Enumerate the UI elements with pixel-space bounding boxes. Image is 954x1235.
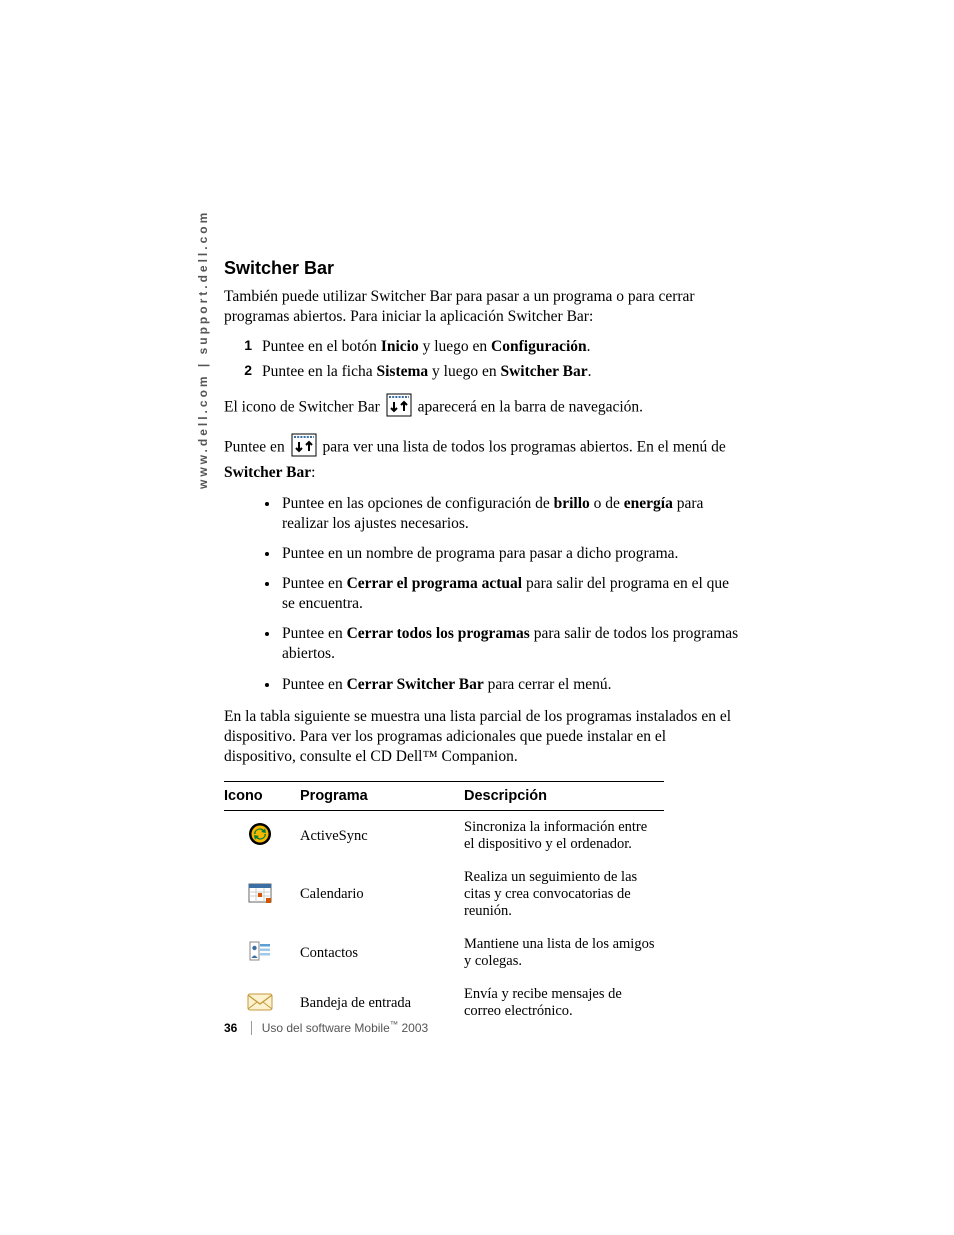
step-row: 1 Puntee en el botón Inicio y luego en C… — [224, 337, 740, 358]
program-desc: Envía y recibe mensajes de correo electr… — [464, 978, 664, 1028]
list-item: Puntee en Cerrar el programa actual para… — [280, 574, 740, 614]
step-text: Puntee en el botón Inicio y luego en Con… — [262, 337, 740, 358]
text-fragment: para ver una lista de todos los programa… — [322, 439, 725, 456]
col-header-program: Programa — [300, 782, 464, 811]
text-fragment: para cerrar el menú. — [484, 676, 612, 693]
table-intro-paragraph: En la tabla siguiente se muestra una lis… — [224, 707, 740, 767]
page-footer: 36 Uso del software Mobile™ 2003 — [224, 1019, 428, 1035]
step-number: 1 — [224, 337, 262, 358]
programs-table: Icono Programa Descripción Act — [224, 781, 664, 1028]
side-url-label: www.dell.com | support.dell.com — [196, 210, 210, 489]
text-fragment: Puntee en — [282, 575, 347, 592]
contacts-icon — [224, 928, 300, 978]
text-fragment: Puntee en — [224, 439, 289, 456]
switcher-bar-icon — [291, 433, 317, 463]
bold-text: Cerrar Switcher Bar — [347, 676, 484, 693]
bold-text: Cerrar el programa actual — [347, 575, 522, 592]
text-fragment: Puntee en — [282, 676, 347, 693]
list-item: Puntee en Cerrar todos los programas par… — [280, 624, 740, 664]
bold-text: Configuración — [491, 338, 587, 355]
footer-separator — [251, 1021, 252, 1035]
text-fragment: y luego en — [428, 363, 500, 380]
footer-text: 2003 — [398, 1021, 428, 1035]
bullet-list: Puntee en las opciones de configuración … — [224, 494, 740, 695]
program-desc: Mantiene una lista de los amigos y coleg… — [464, 928, 664, 978]
col-header-icon: Icono — [224, 782, 300, 811]
bold-text: Switcher Bar — [224, 464, 311, 481]
bold-text: Sistema — [376, 363, 428, 380]
step-number: 2 — [224, 362, 262, 383]
switcher-bar-icon — [386, 393, 412, 423]
bold-text: Inicio — [381, 338, 419, 355]
calendar-icon — [224, 861, 300, 928]
table-row: Contactos Mantiene una lista de los amig… — [224, 928, 664, 978]
numbered-steps: 1 Puntee en el botón Inicio y luego en C… — [224, 337, 740, 383]
program-desc: Sincroniza la información entre el dispo… — [464, 811, 664, 862]
text-fragment: : — [311, 464, 315, 481]
text-fragment: y luego en — [419, 338, 491, 355]
program-name: ActiveSync — [300, 811, 464, 862]
bold-text: Cerrar todos los programas — [347, 625, 530, 642]
list-item: Puntee en Cerrar Switcher Bar para cerra… — [280, 675, 740, 695]
main-content: Switcher Bar También puede utilizar Swit… — [224, 258, 740, 1028]
trademark-symbol: ™ — [390, 1019, 398, 1029]
text-fragment: . — [587, 338, 591, 355]
bold-text: energía — [624, 495, 673, 512]
text-fragment: Puntee en las opciones de configuración … — [282, 495, 554, 512]
text-fragment: Puntee en — [282, 625, 347, 642]
program-desc: Realiza un seguimiento de las citas y cr… — [464, 861, 664, 928]
intro-paragraph: También puede utilizar Switcher Bar para… — [224, 287, 740, 327]
bold-text: Switcher Bar — [500, 363, 587, 380]
step-text: Puntee en la ficha Sistema y luego en Sw… — [262, 362, 740, 383]
table-row: ActiveSync Sincroniza la información ent… — [224, 811, 664, 862]
text-fragment: El icono de Switcher Bar — [224, 399, 384, 416]
icon-appears-line: El icono de Switcher Bar aparecerá en la… — [224, 393, 740, 423]
activesync-icon — [224, 811, 300, 862]
table-header-row: Icono Programa Descripción — [224, 782, 664, 811]
section-heading: Switcher Bar — [224, 258, 740, 279]
footer-text: Uso del software Mobile — [262, 1021, 390, 1035]
page-number: 36 — [224, 1021, 237, 1035]
text-fragment: Puntee en el botón — [262, 338, 381, 355]
step-row: 2 Puntee en la ficha Sistema y luego en … — [224, 362, 740, 383]
text-fragment: Puntee en la ficha — [262, 363, 376, 380]
list-item: Puntee en las opciones de configuración … — [280, 494, 740, 534]
text-fragment: o de — [590, 495, 624, 512]
tap-line: Puntee en para ver una lista de todos lo… — [224, 433, 740, 483]
program-name: Contactos — [300, 928, 464, 978]
list-item: Puntee en un nombre de programa para pas… — [280, 544, 740, 564]
table-row: Calendario Realiza un seguimiento de las… — [224, 861, 664, 928]
text-fragment: Puntee en un nombre de programa para pas… — [282, 545, 678, 562]
bold-text: brillo — [554, 495, 590, 512]
text-fragment: aparecerá en la barra de navegación. — [418, 399, 643, 416]
program-name: Calendario — [300, 861, 464, 928]
col-header-desc: Descripción — [464, 782, 664, 811]
text-fragment: . — [588, 363, 592, 380]
document-page: www.dell.com | support.dell.com Switcher… — [0, 0, 954, 1235]
